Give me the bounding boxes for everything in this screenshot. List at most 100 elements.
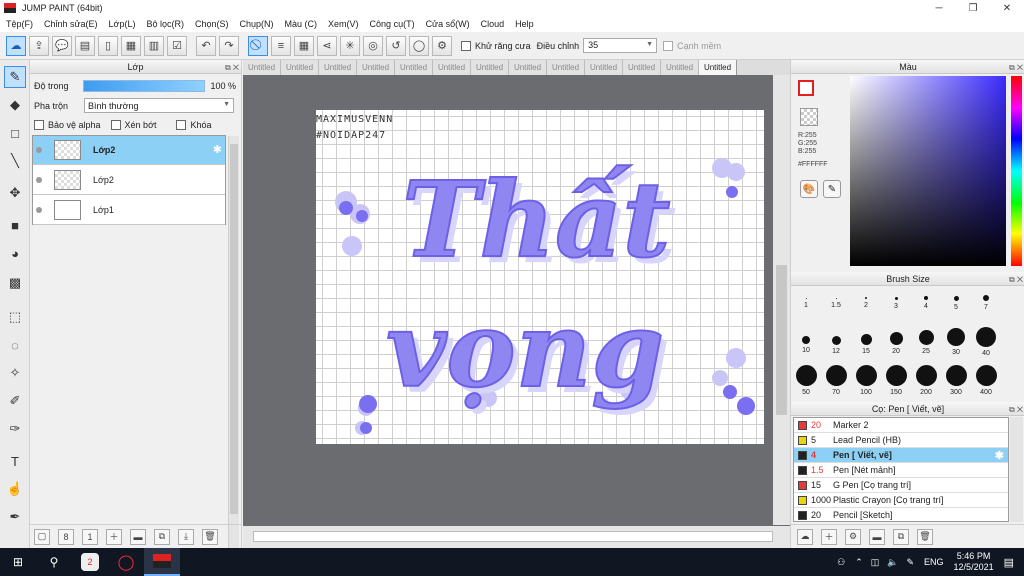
document-tab[interactable]: Untitled bbox=[623, 60, 661, 75]
brush-item[interactable]: 5 Lead Pencil (HB) bbox=[794, 433, 1008, 448]
brush-size-option[interactable]: 4 bbox=[911, 296, 941, 310]
move-tool-icon[interactable]: ✥ bbox=[4, 182, 26, 204]
circle-ruler-icon[interactable]: ◯ bbox=[409, 35, 429, 56]
document-tab[interactable]: Untitled bbox=[661, 60, 699, 75]
fill-rect-tool-icon[interactable]: ■ bbox=[4, 214, 26, 236]
brush-size-option[interactable]: 3 bbox=[881, 297, 911, 310]
document-tab[interactable]: Untitled bbox=[243, 60, 281, 75]
color-picker-icon[interactable]: ✎ bbox=[823, 180, 841, 198]
panel-window-icons[interactable]: ⧉ ✕ bbox=[1009, 273, 1023, 287]
visibility-icon[interactable] bbox=[36, 147, 42, 153]
menu-select[interactable]: Chọn(S) bbox=[195, 19, 229, 29]
brush-size-option[interactable]: 25 bbox=[911, 329, 941, 355]
pen-ink-icon[interactable]: ✎ bbox=[906, 557, 914, 568]
eyedropper-tool-icon[interactable]: ✒ bbox=[4, 506, 26, 528]
brush-size-option[interactable]: 1.5 bbox=[821, 298, 851, 309]
protect-alpha-checkbox[interactable] bbox=[34, 120, 44, 130]
chevron-up-icon[interactable]: ⌃ bbox=[855, 557, 863, 568]
lock-checkbox[interactable] bbox=[176, 120, 187, 130]
add-brush-icon[interactable]: ＋ bbox=[821, 528, 837, 545]
adjust-dropdown[interactable]: 35 ▼ bbox=[583, 38, 658, 53]
maximize-button[interactable]: ❐ bbox=[956, 0, 990, 16]
language-indicator[interactable]: ENG bbox=[924, 557, 944, 567]
gear-icon[interactable]: ✱ bbox=[995, 449, 1004, 462]
drawing-canvas[interactable]: MAXIMUSVENN #NOIDAP247 Thất vọng Thất vọ… bbox=[316, 110, 764, 444]
pen-tool-icon[interactable]: ✎ bbox=[4, 66, 26, 88]
brush-settings-icon[interactable]: ⚙ bbox=[845, 528, 861, 545]
brush-item[interactable]: 1000 Plastic Crayon [Cọ trang trí] bbox=[794, 493, 1008, 508]
speech-bubble-icon[interactable]: 💬 bbox=[52, 35, 72, 56]
document-icon[interactable]: ▦ bbox=[121, 35, 141, 56]
document-tab[interactable]: Untitled bbox=[509, 60, 547, 75]
brush-size-option[interactable]: 20 bbox=[881, 330, 911, 355]
trash-icon[interactable]: 🗑 bbox=[202, 528, 218, 545]
line-tool-icon[interactable]: ╲ bbox=[4, 150, 26, 172]
layer-scrollbar[interactable] bbox=[228, 136, 239, 576]
gear-icon[interactable]: ✱ bbox=[213, 143, 222, 156]
page-icon[interactable]: ▯ bbox=[98, 35, 118, 56]
checklist-icon[interactable]: ☑ bbox=[167, 35, 187, 56]
visibility-icon[interactable] bbox=[36, 207, 42, 213]
trash-icon[interactable]: 🗑 bbox=[917, 528, 933, 545]
duplicate-brush-icon[interactable]: ⧉ bbox=[893, 528, 909, 545]
blend-mode-dropdown[interactable]: Bình thường ▼ bbox=[84, 98, 235, 113]
brush-size-option[interactable]: 2 bbox=[851, 297, 881, 309]
brush-size-option[interactable]: 300 bbox=[941, 365, 971, 396]
eraser-tool-icon[interactable]: ◆ bbox=[4, 94, 26, 116]
document-tab[interactable]: Untitled bbox=[281, 60, 319, 75]
menu-edit[interactable]: Chỉnh sửa(E) bbox=[44, 19, 98, 29]
layout-icon[interactable]: ▥ bbox=[144, 35, 164, 56]
menu-file[interactable]: Tệp(F) bbox=[6, 19, 33, 29]
antialias-checkbox[interactable] bbox=[461, 40, 471, 51]
add-layer-menu-icon[interactable]: ＋ bbox=[106, 528, 122, 545]
cloud-save-icon[interactable]: ☁ bbox=[6, 35, 26, 56]
visibility-icon[interactable] bbox=[36, 177, 42, 183]
merge-layer-icon[interactable]: ⤓ bbox=[178, 528, 194, 545]
curve-ruler-icon[interactable]: ↺ bbox=[386, 35, 406, 56]
text-bubble-icon[interactable]: ▤ bbox=[75, 35, 95, 56]
layer-row[interactable]: Lớp1 bbox=[33, 196, 225, 225]
brush-size-option[interactable]: 1 bbox=[791, 298, 821, 309]
document-tab[interactable]: Untitled bbox=[547, 60, 585, 75]
menu-tools[interactable]: Công cụ(T) bbox=[370, 19, 415, 29]
hue-slider[interactable] bbox=[1011, 76, 1022, 266]
brush-size-option[interactable]: 40 bbox=[971, 327, 1001, 357]
duplicate-layer-icon[interactable]: ⧉ bbox=[154, 528, 170, 545]
brush-size-option[interactable]: 30 bbox=[941, 328, 971, 356]
lasso-select-icon[interactable]: ◌ bbox=[4, 334, 26, 356]
document-tab-active[interactable]: Untitled bbox=[699, 60, 737, 75]
panel-window-icons[interactable]: ⧉ ✕ bbox=[1009, 61, 1023, 75]
menu-window[interactable]: Cửa sổ(W) bbox=[426, 19, 470, 29]
messenger-app-icon[interactable]: 2 bbox=[72, 548, 108, 576]
layer-row[interactable]: Lớp2 ✱ bbox=[33, 136, 225, 165]
brush-size-option[interactable]: 15 bbox=[851, 331, 881, 355]
rect-select-icon[interactable]: ⬚ bbox=[4, 306, 26, 328]
bucket-tool-icon[interactable]: ◕ bbox=[4, 242, 26, 264]
panel-window-icons[interactable]: ⧉ ✕ bbox=[225, 61, 239, 75]
brush-list-scrollbar[interactable] bbox=[1010, 417, 1023, 522]
volume-icon[interactable]: 🔈 bbox=[887, 557, 898, 568]
minimize-button[interactable]: ─ bbox=[922, 0, 956, 16]
document-tab[interactable]: Untitled bbox=[319, 60, 357, 75]
grid-ruler-icon[interactable]: ▦ bbox=[294, 35, 314, 56]
cloud-brush-icon[interactable]: ☁ bbox=[797, 528, 813, 545]
soft-edge-checkbox[interactable] bbox=[663, 40, 674, 51]
brush-size-option[interactable]: 70 bbox=[821, 365, 851, 396]
windows-start-icon[interactable]: ⊞ bbox=[0, 548, 36, 576]
panel-window-icons[interactable]: ⧉ ✕ bbox=[1009, 403, 1023, 417]
brush-size-option[interactable]: 7 bbox=[971, 295, 1001, 311]
brush-size-option[interactable]: 400 bbox=[971, 365, 1001, 396]
settings-ruler-icon[interactable]: ⚙ bbox=[432, 35, 452, 56]
canvas-vertical-scrollbar[interactable] bbox=[773, 75, 790, 525]
canvas-horizontal-scrollbar[interactable] bbox=[243, 526, 790, 548]
people-icon[interactable]: ⚇ bbox=[837, 557, 845, 568]
undo-icon[interactable]: ↶ bbox=[196, 35, 216, 56]
text-tool-icon[interactable]: T bbox=[4, 450, 26, 472]
brush-item[interactable]: 20 Marker 2 bbox=[794, 418, 1008, 433]
search-icon[interactable]: ⚲ bbox=[36, 548, 72, 576]
menu-cloud[interactable]: Cloud bbox=[481, 19, 505, 29]
clipping-checkbox[interactable] bbox=[110, 120, 121, 130]
brush-size-option[interactable]: 150 bbox=[881, 365, 911, 396]
document-tab[interactable]: Untitled bbox=[585, 60, 623, 75]
redo-icon[interactable]: ↷ bbox=[219, 35, 239, 56]
